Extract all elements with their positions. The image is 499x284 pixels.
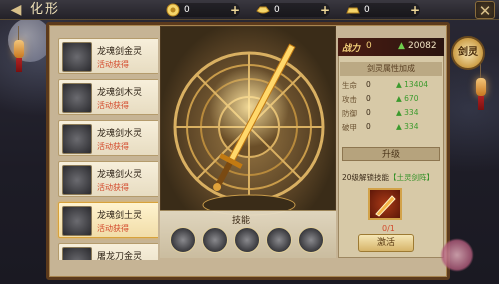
- stat-row: 攻击 0 ▲ 670: [342, 94, 442, 106]
- stat-value: 0: [366, 122, 371, 131]
- currency-gold-bar: 0 +: [346, 3, 422, 17]
- coin-icon: [166, 3, 180, 17]
- stat-add: ▲ 13404: [396, 80, 429, 89]
- stat-value: 0: [366, 80, 371, 89]
- coin-value: 0: [184, 5, 190, 15]
- close-button[interactable]: ✕: [475, 1, 495, 20]
- top-bar: ◀ 化形 0 + 0 + 0 + ✕: [0, 0, 499, 20]
- list-item[interactable]: 屠龙刀金灵: [58, 243, 158, 260]
- list-item-name: 龙魂剑土灵: [97, 211, 143, 221]
- stat-add: ▲ 670: [396, 94, 419, 103]
- ingot-value: 0: [274, 5, 280, 15]
- spirit-sword-icon: [62, 206, 92, 236]
- list-item-status: 活动获得: [97, 60, 129, 69]
- stat-name: 攻击: [342, 95, 357, 104]
- skill-1-icon[interactable]: [170, 227, 196, 253]
- activate-button[interactable]: 激活: [358, 234, 414, 252]
- gold-bar-icon: [346, 7, 360, 14]
- list-item-name: 屠龙刀金灵: [97, 252, 143, 260]
- list-item[interactable]: 龙魂剑木灵 活动获得: [58, 79, 158, 115]
- unlock-count: 0/1: [382, 224, 395, 233]
- unlock-skill-icon[interactable]: [368, 188, 402, 220]
- stat-value: 0: [366, 94, 371, 103]
- page-title: 化形: [30, 2, 61, 17]
- attribute-header: 剑灵属性加成: [340, 62, 442, 76]
- list-item-status: 活动获得: [97, 183, 129, 192]
- back-arrow-icon[interactable]: ◀: [4, 2, 28, 18]
- stat-name: 破甲: [342, 123, 357, 132]
- stat-value: 0: [366, 108, 371, 117]
- list-item[interactable]: 龙魂剑土灵 活动获得: [58, 202, 158, 238]
- list-item[interactable]: 龙魂剑金灵 活动获得: [58, 38, 158, 74]
- skills-title: 技能: [232, 216, 251, 226]
- list-item-status: 活动获得: [97, 224, 129, 233]
- spirit-sword-icon: [62, 42, 92, 72]
- stat-row: 生命 0 ▲ 13404: [342, 80, 442, 92]
- unlock-skill-name: 【土灵剑阵】: [389, 173, 435, 182]
- stat-add-value: 13404: [404, 80, 429, 89]
- currency-ingot: 0 +: [256, 3, 332, 17]
- stat-name: 生命: [342, 81, 357, 90]
- unlock-skill-text: 20级解锁技能【土灵剑阵】: [342, 172, 434, 183]
- sword-spirit-tab[interactable]: 剑灵: [451, 36, 485, 70]
- list-item-status: 活动获得: [97, 142, 129, 151]
- skill-5-icon[interactable]: [298, 227, 324, 253]
- power-bar: 战力 0 ▲ 20082: [338, 38, 444, 56]
- stat-name: 防御: [342, 109, 357, 118]
- list-item-name: 龙魂剑水灵: [97, 129, 143, 139]
- arrow-up-icon: ▲: [398, 41, 405, 51]
- gold-bar-value: 0: [364, 5, 370, 15]
- spirit-sword-icon: [62, 247, 92, 260]
- list-item[interactable]: 龙魂剑火灵 活动获得: [58, 161, 158, 197]
- power-label: 战力: [342, 44, 361, 54]
- stat-add-value: 334: [404, 108, 419, 117]
- spirit-sword-icon: [62, 83, 92, 113]
- add-coin-button[interactable]: +: [228, 3, 242, 17]
- list-item-status: 活动获得: [97, 101, 129, 110]
- skills-bar: 技能: [160, 210, 336, 258]
- add-gold-bar-button[interactable]: +: [408, 3, 422, 17]
- currency-coin: 0 +: [166, 3, 242, 17]
- list-item[interactable]: 龙魂剑水灵 活动获得: [58, 120, 158, 156]
- stat-row: 破甲 0 ▲ 334: [342, 122, 442, 134]
- ingot-icon: [256, 6, 270, 14]
- stat-row: 防御 0 ▲ 334: [342, 108, 442, 120]
- stat-add-value: 670: [404, 94, 419, 103]
- upgrade-button[interactable]: 升级: [342, 147, 440, 161]
- list-item-name: 龙魂剑火灵: [97, 170, 143, 180]
- stat-add: ▲ 334: [396, 122, 419, 131]
- stat-add-value: 334: [404, 122, 419, 131]
- stat-add: ▲ 334: [396, 108, 419, 117]
- spirit-sword-icon: [62, 124, 92, 154]
- unlock-level-text: 20级解锁技能: [342, 173, 390, 182]
- skill-4-icon[interactable]: [266, 227, 292, 253]
- add-ingot-button[interactable]: +: [318, 3, 332, 17]
- power-total: 20082: [408, 41, 437, 51]
- power-value: 0: [366, 41, 372, 51]
- lantern-decoration: [476, 64, 486, 110]
- flower-decoration: [440, 238, 474, 272]
- skill-2-icon[interactable]: [202, 227, 228, 253]
- lantern-decoration: [14, 26, 24, 72]
- spirit-sword-icon: [62, 165, 92, 195]
- skill-3-icon[interactable]: [234, 227, 260, 253]
- list-item-name: 龙魂剑金灵: [97, 47, 143, 57]
- list-item-name: 龙魂剑木灵: [97, 88, 143, 98]
- spirit-list[interactable]: 龙魂剑金灵 活动获得 龙魂剑木灵 活动获得 龙魂剑水灵 活动获得 龙魂剑火灵 活…: [52, 38, 158, 260]
- flame-sword-icon: [375, 195, 396, 217]
